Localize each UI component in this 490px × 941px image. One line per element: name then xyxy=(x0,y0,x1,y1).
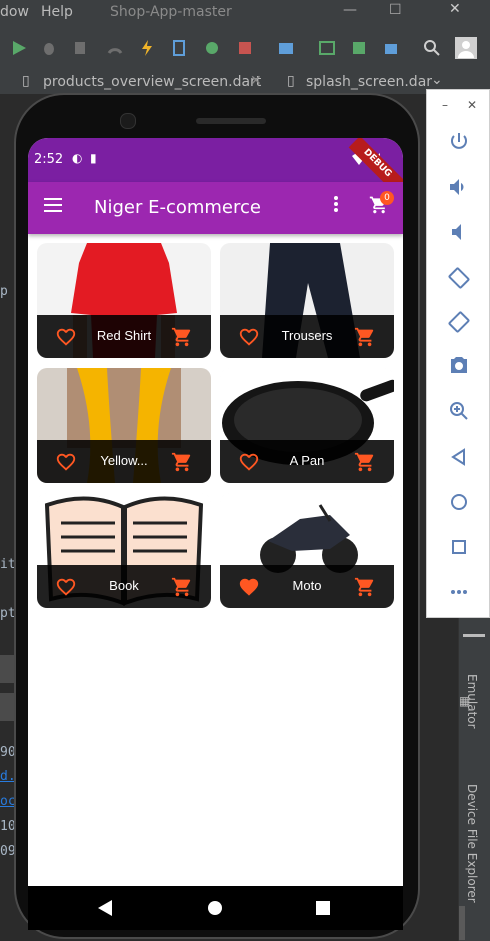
hot-restart-icon[interactable] xyxy=(170,39,188,57)
emulator-controls: – ✕ xyxy=(426,89,490,618)
app-bar: Niger E-commerce 0 xyxy=(28,182,403,234)
app-screen: 2:52 ◐ ▮ DEBUG Niger E-commerce 0 Red Sh… xyxy=(28,138,403,886)
scrollbar[interactable] xyxy=(459,906,465,940)
tile-footer: Moto xyxy=(220,565,394,608)
code-fragment: p xyxy=(0,284,8,299)
hot-reload-icon[interactable] xyxy=(138,39,156,57)
close-icon[interactable]: ✕ xyxy=(449,1,461,17)
android-nav-bar xyxy=(28,886,403,930)
product-title: Trousers xyxy=(281,328,333,343)
product-tile[interactable]: A Pan xyxy=(220,368,394,483)
coverage-icon[interactable] xyxy=(72,39,90,57)
menu-item-help[interactable]: Help xyxy=(41,4,73,20)
status-time: 2:52 xyxy=(34,152,64,167)
emulator-tab[interactable]: Emulator xyxy=(465,674,479,729)
add-shopping-cart-icon[interactable] xyxy=(171,326,193,348)
camera-icon[interactable] xyxy=(447,354,471,378)
product-title: Book xyxy=(109,578,139,593)
dart-file-icon: ▯ xyxy=(22,73,30,89)
product-title: A Pan xyxy=(289,453,325,468)
tile-footer: Yellow... xyxy=(37,440,211,483)
product-tile[interactable]: Moto xyxy=(220,493,394,608)
window-title: Shop-App-master xyxy=(110,4,232,20)
tab-close-icon[interactable]: ✕ xyxy=(250,73,262,89)
power-icon[interactable] xyxy=(447,130,471,154)
status-notification-icon: ◐ xyxy=(72,151,83,165)
device-file-explorer-tab[interactable]: Device File Explorer xyxy=(465,784,479,903)
tile-footer: Book xyxy=(37,565,211,608)
home-icon[interactable] xyxy=(208,901,222,915)
status-bar: 2:52 ◐ ▮ DEBUG xyxy=(28,138,403,193)
favorite-icon[interactable] xyxy=(238,576,260,598)
maximize-icon[interactable]: ☐ xyxy=(389,2,402,18)
add-shopping-cart-icon[interactable] xyxy=(354,326,376,348)
dart-file-icon: ▯ xyxy=(287,73,295,89)
product-title: Red Shirt xyxy=(96,328,152,343)
gradle-sync-icon[interactable] xyxy=(382,39,400,57)
favorite-border-icon[interactable] xyxy=(55,451,77,473)
more-vert-icon[interactable] xyxy=(334,196,338,212)
front-camera xyxy=(120,113,136,129)
device-manager-icon[interactable] xyxy=(318,39,336,57)
zoom-in-icon[interactable] xyxy=(447,399,471,423)
favorite-border-icon[interactable] xyxy=(55,326,77,348)
minimize-icon[interactable]: – xyxy=(442,98,448,112)
minimize-panel-icon[interactable] xyxy=(463,634,485,637)
menu-icon[interactable] xyxy=(44,198,62,212)
tile-footer: Trousers xyxy=(220,315,394,358)
speaker-grille xyxy=(196,118,266,124)
add-shopping-cart-icon[interactable] xyxy=(354,451,376,473)
run-icon[interactable] xyxy=(10,39,28,57)
product-tile[interactable]: Yellow... xyxy=(37,368,211,483)
debug-icon[interactable] xyxy=(40,39,58,57)
more-horiz-icon[interactable] xyxy=(447,580,471,604)
favorite-border-icon[interactable] xyxy=(238,326,260,348)
tile-footer: A Pan xyxy=(220,440,394,483)
overview-icon[interactable] xyxy=(316,901,330,915)
project-structure-icon[interactable] xyxy=(277,39,295,57)
search-icon[interactable] xyxy=(423,39,441,57)
add-shopping-cart-icon[interactable] xyxy=(171,451,193,473)
attach-debugger-icon[interactable] xyxy=(203,39,221,57)
minimize-icon[interactable]: — xyxy=(343,2,357,18)
tab-splash-screen[interactable]: splash_screen.dar xyxy=(306,74,432,90)
menu-item-window[interactable]: dow xyxy=(0,4,29,20)
home-icon[interactable] xyxy=(447,490,471,514)
profile-icon[interactable] xyxy=(106,39,124,57)
favorite-border-icon[interactable] xyxy=(238,451,260,473)
cart-badge: 0 xyxy=(380,191,394,205)
editor-tabs: ▯ products_overview_screen.dart ✕ ▯ spla… xyxy=(0,68,490,95)
status-sd-card-icon: ▮ xyxy=(90,151,97,165)
rotate-left-icon[interactable] xyxy=(447,266,471,290)
product-tile[interactable]: Book xyxy=(37,493,211,608)
tab-products-overview[interactable]: products_overview_screen.dart xyxy=(43,74,261,90)
back-icon[interactable] xyxy=(98,900,112,916)
tile-footer: Red Shirt xyxy=(37,315,211,358)
avatar-icon[interactable] xyxy=(455,37,477,59)
rotate-right-icon[interactable] xyxy=(447,310,471,334)
ide-menubar: dow Help Shop-App-master — ☐ ✕ xyxy=(0,0,490,26)
sdk-manager-icon[interactable] xyxy=(350,39,368,57)
product-tile[interactable]: Trousers xyxy=(220,243,394,358)
product-tile[interactable]: Red Shirt xyxy=(37,243,211,358)
close-icon[interactable]: ✕ xyxy=(467,98,477,112)
add-shopping-cart-icon[interactable] xyxy=(354,576,376,598)
volume-up-icon[interactable] xyxy=(447,175,471,199)
volume-down-icon[interactable] xyxy=(447,220,471,244)
overview-icon[interactable] xyxy=(447,535,471,559)
back-icon[interactable] xyxy=(447,445,471,469)
product-title: Moto xyxy=(292,578,322,593)
favorite-border-icon[interactable] xyxy=(55,576,77,598)
product-title: Yellow... xyxy=(100,453,148,468)
chevron-down-icon[interactable]: ⌄ xyxy=(431,72,443,88)
stop-icon[interactable] xyxy=(236,39,254,57)
add-shopping-cart-icon[interactable] xyxy=(171,576,193,598)
app-title: Niger E-commerce xyxy=(94,197,261,218)
